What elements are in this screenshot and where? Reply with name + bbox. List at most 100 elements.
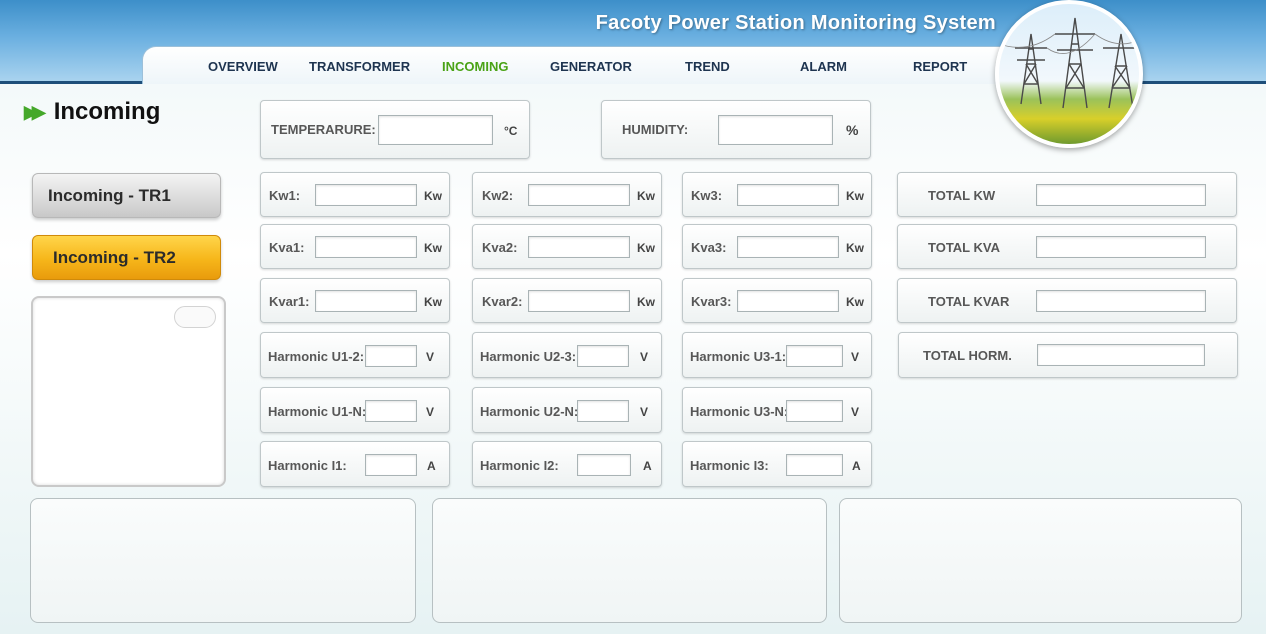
- side-info-panel: [31, 296, 226, 487]
- total-kva-field[interactable]: [1036, 236, 1206, 258]
- harmonic-i1-box: Harmonic I1: A: [260, 441, 450, 487]
- harmonic-u23-unit: V: [640, 350, 649, 364]
- nav-transformer[interactable]: TRANSFORMER: [309, 59, 410, 74]
- harmonic-u2n-label: Harmonic U2-N:: [480, 404, 579, 419]
- humidity-field[interactable]: [718, 115, 833, 145]
- total-kva-box: TOTAL KVA: [897, 224, 1237, 269]
- harmonic-u23-box: Harmonic U2-3: V: [472, 332, 662, 378]
- harmonic-i3-unit: A: [852, 459, 861, 473]
- total-horm-label: TOTAL HORM.: [923, 348, 1012, 363]
- harmonic-i2-box: Harmonic I2: A: [472, 441, 662, 487]
- nav-incoming[interactable]: INCOMING: [442, 59, 508, 74]
- kw3-field[interactable]: [737, 184, 839, 206]
- incoming-tr2-button[interactable]: Incoming - TR2: [32, 235, 221, 280]
- kvar1-label: Kvar1:: [269, 294, 310, 309]
- total-kw-box: TOTAL KW: [897, 172, 1237, 217]
- temperature-field[interactable]: [378, 115, 493, 145]
- temperature-box: TEMPERARURE: °C: [260, 100, 530, 159]
- harmonic-u31-box: Harmonic U3-1: V: [682, 332, 872, 378]
- incoming-tr1-button[interactable]: Incoming - TR1: [32, 173, 221, 218]
- kw1-field[interactable]: [315, 184, 417, 206]
- harmonic-u12-label: Harmonic U1-2:: [268, 349, 365, 364]
- harmonic-u12-unit: V: [426, 350, 435, 364]
- nav-overview[interactable]: OVERVIEW: [208, 59, 278, 74]
- total-horm-field[interactable]: [1037, 344, 1205, 366]
- kvar2-box: Kvar2: Kw: [472, 278, 662, 323]
- power-tower-image: [995, 0, 1143, 148]
- kva1-box: Kva1: Kw: [260, 224, 450, 269]
- kvar3-unit: Kw: [846, 295, 864, 309]
- bottom-panel-right: [839, 498, 1242, 623]
- harmonic-u23-label: Harmonic U2-3:: [480, 349, 577, 364]
- bottom-panel-left: [30, 498, 416, 623]
- harmonic-u1n-field[interactable]: [365, 400, 417, 422]
- kva2-label: Kva2:: [482, 240, 518, 255]
- app-title: Facoty Power Station Monitoring System: [595, 12, 996, 34]
- harmonic-u12-field[interactable]: [365, 345, 417, 367]
- nav-report[interactable]: REPORT: [913, 59, 967, 74]
- kva2-field[interactable]: [528, 236, 630, 258]
- kvar2-field[interactable]: [528, 290, 630, 312]
- kw1-label: Kw1:: [269, 188, 301, 203]
- kw1-box: Kw1: Kw: [260, 172, 450, 217]
- kw2-field[interactable]: [528, 184, 630, 206]
- kva1-field[interactable]: [315, 236, 417, 258]
- kva1-unit: Kw: [424, 241, 442, 255]
- kvar1-field[interactable]: [315, 290, 417, 312]
- kw2-box: Kw2: Kw: [472, 172, 662, 217]
- harmonic-i3-field[interactable]: [786, 454, 843, 476]
- harmonic-i3-label: Harmonic I3:: [690, 458, 769, 473]
- humidity-box: HUMIDITY: %: [601, 100, 871, 159]
- kvar3-label: Kvar3:: [691, 294, 732, 309]
- harmonic-i2-field[interactable]: [577, 454, 631, 476]
- kva2-box: Kva2: Kw: [472, 224, 662, 269]
- kvar2-label: Kvar2:: [482, 294, 523, 309]
- harmonic-u1n-unit: V: [426, 405, 435, 419]
- harmonic-u2n-unit: V: [640, 405, 649, 419]
- temperature-label: TEMPERARURE:: [271, 122, 376, 137]
- kva3-unit: Kw: [846, 241, 864, 255]
- bottom-panel-middle: [432, 498, 827, 623]
- total-horm-box: TOTAL HORM.: [898, 332, 1238, 378]
- page-title: ▶▶ Incoming: [24, 98, 160, 126]
- humidity-label: HUMIDITY:: [622, 122, 689, 137]
- total-kw-field[interactable]: [1036, 184, 1206, 206]
- main-nav: OVERVIEW TRANSFORMER INCOMING GENERATOR …: [142, 46, 1042, 84]
- kvar1-unit: Kw: [424, 295, 442, 309]
- harmonic-u31-field[interactable]: [786, 345, 843, 367]
- total-kvar-box: TOTAL KVAR: [897, 278, 1237, 323]
- harmonic-i1-label: Harmonic I1:: [268, 458, 347, 473]
- nav-trend[interactable]: TREND: [685, 59, 730, 74]
- power-tower-icon: [999, 17, 1139, 109]
- harmonic-u3n-box: Harmonic U3-N: V: [682, 387, 872, 433]
- harmonic-u31-label: Harmonic U3-1:: [690, 349, 787, 364]
- harmonic-i2-unit: A: [643, 459, 652, 473]
- harmonic-u23-field[interactable]: [577, 345, 629, 367]
- harmonic-u12-box: Harmonic U1-2: V: [260, 332, 450, 378]
- harmonic-u2n-field[interactable]: [577, 400, 629, 422]
- kva1-label: Kva1:: [269, 240, 305, 255]
- harmonic-u31-unit: V: [851, 350, 860, 364]
- total-kw-label: TOTAL KW: [928, 188, 996, 203]
- kw3-box: Kw3: Kw: [682, 172, 872, 217]
- kvar3-box: Kvar3: Kw: [682, 278, 872, 323]
- harmonic-u3n-label: Harmonic U3-N:: [690, 404, 789, 419]
- panel-toggle[interactable]: [174, 306, 216, 328]
- harmonic-u1n-box: Harmonic U1-N: V: [260, 387, 450, 433]
- harmonic-u3n-field[interactable]: [786, 400, 843, 422]
- kvar3-field[interactable]: [737, 290, 839, 312]
- kva3-field[interactable]: [737, 236, 839, 258]
- kw3-label: Kw3:: [691, 188, 723, 203]
- nav-generator[interactable]: GENERATOR: [550, 59, 632, 74]
- nav-alarm[interactable]: ALARM: [800, 59, 847, 74]
- kw2-unit: Kw: [637, 189, 655, 203]
- kw1-unit: Kw: [424, 189, 442, 203]
- kva3-label: Kva3:: [691, 240, 727, 255]
- double-arrow-icon: ▶▶: [24, 101, 46, 122]
- harmonic-i1-field[interactable]: [365, 454, 417, 476]
- kva3-box: Kva3: Kw: [682, 224, 872, 269]
- total-kvar-label: TOTAL KVAR: [928, 294, 1010, 309]
- kw2-label: Kw2:: [482, 188, 514, 203]
- humidity-unit: %: [846, 122, 859, 138]
- total-kvar-field[interactable]: [1036, 290, 1206, 312]
